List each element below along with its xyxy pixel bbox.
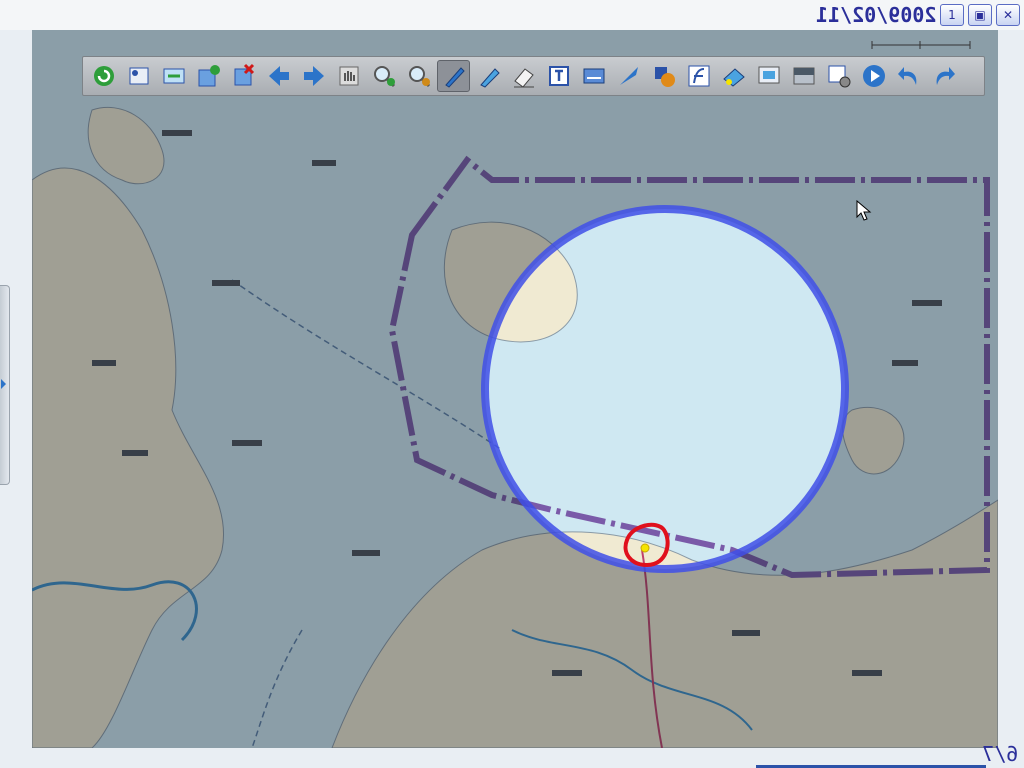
delete-page-icon xyxy=(234,63,254,86)
previous-arrow-button[interactable] xyxy=(262,60,295,92)
shapes-button[interactable] xyxy=(647,60,680,92)
redo-button[interactable] xyxy=(927,60,960,92)
redo-icon xyxy=(936,67,955,85)
zoom-out-icon xyxy=(408,66,430,88)
scale-bar xyxy=(871,41,971,49)
screen-shade-button[interactable] xyxy=(787,60,820,92)
add-page-icon xyxy=(198,65,220,87)
top-right-controls: 2009/02/11 1 ▣ ✕ xyxy=(816,3,1020,27)
settings-tools-button[interactable] xyxy=(822,60,855,92)
next-arrow-button[interactable] xyxy=(297,60,330,92)
window-mode-icon[interactable]: ▣ xyxy=(968,4,992,26)
highlighter-icon xyxy=(479,68,500,88)
pen-button[interactable] xyxy=(437,60,470,92)
refresh-button[interactable] xyxy=(87,60,120,92)
mouse-cursor-icon xyxy=(856,200,872,221)
pan-hand-button[interactable] xyxy=(332,60,365,92)
map-canvas[interactable] xyxy=(32,30,998,748)
top-status-bar: 2009/02/11 1 ▣ ✕ xyxy=(0,0,1024,30)
zoom-in-button[interactable] xyxy=(367,60,400,92)
spotlight-icon xyxy=(722,68,745,87)
sync-slides-button[interactable] xyxy=(157,60,190,92)
pan-hand-icon xyxy=(339,66,358,86)
sync-slides-icon xyxy=(163,68,184,84)
side-panel-toggle[interactable] xyxy=(0,285,10,485)
magnifier-window-button[interactable] xyxy=(752,60,785,92)
magnifier-window-icon xyxy=(758,66,779,84)
add-page-button[interactable] xyxy=(192,60,225,92)
play-icon xyxy=(862,65,885,87)
page-counter: 6/7 xyxy=(981,742,1018,766)
text-tool-button[interactable] xyxy=(542,60,575,92)
highlighter-button[interactable] xyxy=(472,60,505,92)
pages-button[interactable] xyxy=(122,60,155,92)
shapes-icon xyxy=(654,67,675,87)
undo-button[interactable] xyxy=(892,60,925,92)
pen-icon xyxy=(444,67,465,88)
function-icon xyxy=(688,65,709,87)
delete-page-button[interactable] xyxy=(227,60,260,92)
screen-capture-button[interactable] xyxy=(577,60,610,92)
screen-shade-icon xyxy=(793,67,814,85)
undo-icon xyxy=(897,67,916,85)
date-label: 2009/02/11 xyxy=(815,3,936,27)
annotation-toolbar xyxy=(82,56,985,96)
eraser-button[interactable] xyxy=(507,60,540,92)
zoom-out-button[interactable] xyxy=(402,60,435,92)
pointer-pen-icon xyxy=(619,67,638,85)
settings-tools-icon xyxy=(828,65,850,88)
spotlight-button[interactable] xyxy=(717,60,750,92)
pointer-pen-button[interactable] xyxy=(612,60,645,92)
text-tool-icon xyxy=(548,66,569,86)
refresh-icon xyxy=(93,66,114,86)
zoom-in-icon xyxy=(373,66,395,88)
page-indicator-button[interactable]: 1 xyxy=(940,4,964,26)
previous-arrow-icon xyxy=(268,66,289,86)
eraser-icon xyxy=(513,68,534,88)
pages-icon xyxy=(129,67,148,85)
next-arrow-icon xyxy=(303,66,324,86)
screen-capture-icon xyxy=(583,68,604,84)
close-icon[interactable]: ✕ xyxy=(996,4,1020,26)
function-button[interactable] xyxy=(682,60,715,92)
play-button[interactable] xyxy=(857,60,890,92)
